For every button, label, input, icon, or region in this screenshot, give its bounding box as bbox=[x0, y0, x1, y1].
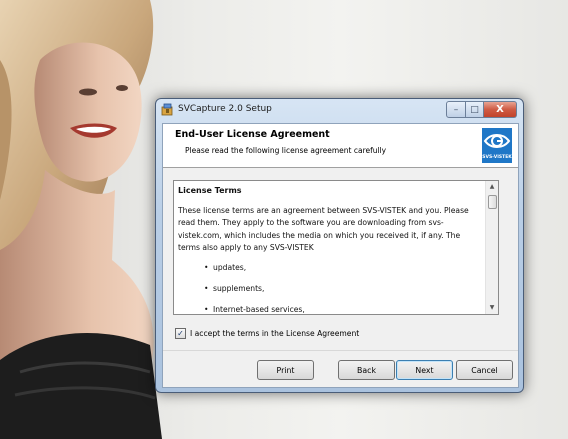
window-title: SVCapture 2.0 Setup bbox=[178, 104, 272, 114]
license-bullet: supplements, bbox=[178, 283, 480, 295]
svs-vistek-logo: SVS-VISTEK bbox=[482, 128, 512, 163]
logo-text: SVS-VISTEK bbox=[482, 155, 512, 160]
setup-dialog: SVCapture 2.0 Setup – □ X End-User Licen… bbox=[155, 98, 524, 393]
license-scrollbar[interactable]: ▲ ▼ bbox=[485, 181, 498, 314]
page-subtitle: Please read the following license agreem… bbox=[185, 146, 387, 155]
license-text-box[interactable]: License Terms These license terms are an… bbox=[173, 180, 499, 315]
license-heading: License Terms bbox=[178, 186, 242, 195]
minimize-button[interactable]: – bbox=[446, 101, 466, 118]
dialog-client-area: End-User License Agreement Please read t… bbox=[162, 123, 519, 388]
accept-terms-row[interactable]: ✓ I accept the terms in the License Agre… bbox=[175, 328, 359, 339]
back-button[interactable]: Back bbox=[338, 360, 395, 380]
installer-package-icon bbox=[161, 103, 173, 116]
scroll-up-arrow-icon[interactable]: ▲ bbox=[486, 181, 498, 193]
window-controls: – □ X bbox=[446, 101, 517, 118]
eye-logo-icon bbox=[483, 134, 511, 148]
license-bullet: updates, bbox=[178, 262, 480, 274]
cancel-button[interactable]: Cancel bbox=[456, 360, 513, 380]
close-button[interactable]: X bbox=[484, 101, 517, 118]
maximize-button[interactable]: □ bbox=[466, 101, 484, 118]
next-button[interactable]: Next bbox=[396, 360, 453, 380]
title-bar[interactable]: SVCapture 2.0 Setup – □ X bbox=[156, 99, 523, 121]
scroll-down-arrow-icon[interactable]: ▼ bbox=[486, 302, 498, 314]
accept-terms-checkbox[interactable]: ✓ bbox=[175, 328, 186, 339]
accept-terms-label[interactable]: I accept the terms in the License Agreem… bbox=[190, 329, 359, 338]
button-bar: Print Back Next Cancel bbox=[163, 350, 518, 388]
license-paragraph: These license terms are an agreement bet… bbox=[178, 206, 469, 252]
scroll-thumb[interactable] bbox=[488, 195, 497, 209]
license-text-content: License Terms These license terms are an… bbox=[178, 185, 480, 314]
print-button[interactable]: Print bbox=[257, 360, 314, 380]
header-banner: End-User License Agreement Please read t… bbox=[163, 124, 518, 168]
page-title: End-User License Agreement bbox=[175, 129, 330, 140]
license-bullet: Internet-based services, bbox=[178, 304, 480, 314]
